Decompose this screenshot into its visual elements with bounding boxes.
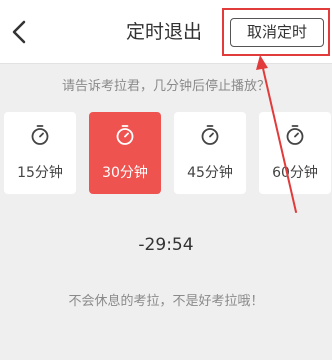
countdown-display: -29:54 xyxy=(138,235,194,255)
timer-prompt-text: 请告诉考拉君，几分钟后停止播放？ xyxy=(61,79,270,94)
timer-icon xyxy=(199,124,221,146)
timer-option-30[interactable]: 30分钟 xyxy=(89,112,161,194)
timer-icon xyxy=(114,124,136,146)
timer-option-label: 60分钟 xyxy=(272,165,318,181)
timer-options: 15分钟 30分钟 45分钟 60分钟 xyxy=(0,112,332,194)
timer-option-label: 30分钟 xyxy=(102,165,148,181)
timer-icon xyxy=(29,124,51,146)
timer-option-60[interactable]: 60分钟 xyxy=(259,112,331,194)
timer-icon xyxy=(284,124,306,146)
timer-option-15[interactable]: 15分钟 xyxy=(4,112,76,194)
page-title: 定时退出 xyxy=(126,21,203,43)
timer-option-label: 15分钟 xyxy=(17,165,63,181)
timer-option-label: 45分钟 xyxy=(187,165,233,181)
back-button[interactable] xyxy=(6,14,34,50)
footer-note: 不会休息的考拉，不是好考拉哦！ xyxy=(68,294,264,309)
chevron-left-icon xyxy=(12,20,26,44)
annotation-highlight-box xyxy=(222,8,330,56)
timer-option-45[interactable]: 45分钟 xyxy=(174,112,246,194)
